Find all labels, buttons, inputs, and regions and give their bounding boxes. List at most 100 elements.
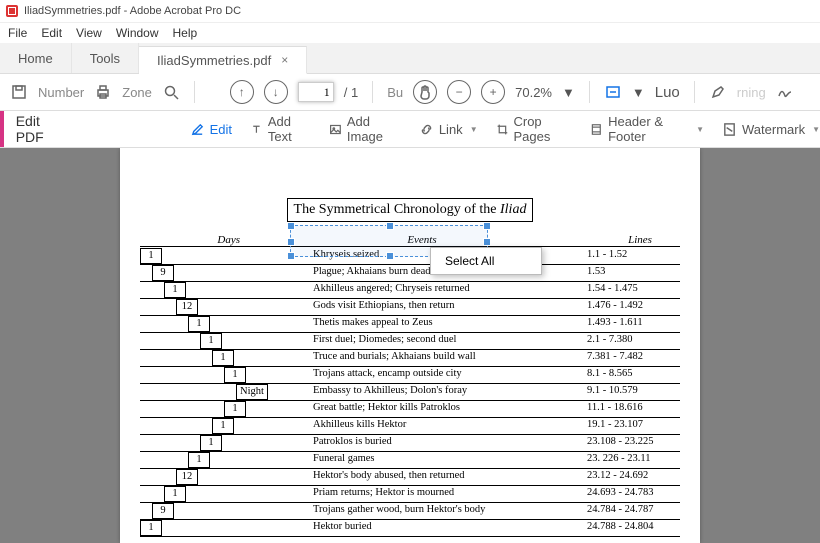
hand-tool-icon[interactable]	[413, 80, 437, 104]
day-chip: 1	[224, 367, 246, 383]
day-chip: 1	[212, 418, 234, 434]
day-chip: 1	[140, 520, 162, 536]
hdr-lines: Lines	[600, 234, 680, 246]
table-row[interactable]: 1Hektor buried24.788 - 24.804	[140, 520, 680, 537]
day-chip: 1	[200, 435, 222, 451]
day-chip: 9	[152, 503, 174, 519]
day-chip: 1	[140, 248, 162, 264]
zoom-level[interactable]: 70.2%	[515, 85, 552, 100]
table-row[interactable]: 9 Trojans gather wood, burn Hektor's body…	[140, 503, 680, 520]
fit-width-icon[interactable]	[604, 83, 622, 101]
event-cell: Patroklos is buried	[310, 435, 584, 451]
page-down-icon[interactable]: ↓	[264, 80, 288, 104]
tab-document-label: IliadSymmetries.pdf	[157, 53, 271, 68]
lines-cell: 23. 226 - 23.11	[584, 452, 680, 468]
day-chip: 1	[224, 401, 246, 417]
lines-cell: 19.1 - 23.107	[584, 418, 680, 434]
menu-edit[interactable]: Edit	[41, 26, 62, 40]
event-cell: Gods visit Ethiopians, then return	[310, 299, 584, 315]
table-row[interactable]: 1 Great battle; Hektor kills Patroklos11.…	[140, 401, 680, 418]
pdf-page[interactable]: The Symmetrical Chronology of the Iliad …	[120, 148, 700, 543]
event-cell: Akhilleus angered; Chryseis returned	[310, 282, 584, 298]
menu-file[interactable]: File	[8, 26, 27, 40]
table-row[interactable]: 1 Priam returns; Hektor is mourned24.693 …	[140, 486, 680, 503]
watermark-button[interactable]: Watermark▼	[722, 122, 820, 137]
sign-icon[interactable]	[776, 83, 794, 101]
menu-bar: File Edit View Window Help	[0, 23, 820, 43]
menu-window[interactable]: Window	[116, 26, 159, 40]
event-cell: Trojans gather wood, burn Hektor's body	[310, 503, 584, 519]
day-chip: 1	[164, 282, 186, 298]
lines-cell: 24.693 - 24.783	[584, 486, 680, 502]
document-workspace[interactable]: The Symmetrical Chronology of the Iliad …	[0, 148, 820, 543]
day-chip: 9	[152, 265, 174, 281]
lines-cell: 23.108 - 23.225	[584, 435, 680, 451]
table-row[interactable]: 1Funeral games23. 226 - 23.11	[140, 452, 680, 469]
edit-pdf-title: Edit PDF	[4, 111, 80, 147]
context-menu: Select All	[430, 247, 542, 275]
menu-view[interactable]: View	[76, 26, 102, 40]
lines-cell: 24.784 - 24.787	[584, 503, 680, 519]
table-row[interactable]: 1First duel; Diomedes; second duel2.1 - …	[140, 333, 680, 350]
table-row[interactable]: 1Trojans attack, encamp outside city8.1 …	[140, 367, 680, 384]
print-icon[interactable]	[94, 83, 112, 101]
save-icon[interactable]	[10, 83, 28, 101]
edit-button[interactable]: Edit	[190, 122, 232, 137]
table-row[interactable]: 1Khryseis seized1.1 - 1.52	[140, 248, 680, 265]
tab-tools[interactable]: Tools	[72, 43, 139, 73]
crop-pages-button[interactable]: Crop Pages	[496, 114, 573, 144]
close-icon[interactable]: ×	[281, 53, 288, 67]
event-cell: Thetis makes appeal to Zeus	[310, 316, 584, 332]
table-row[interactable]: 12 Hektor's body abused, then returned23.…	[140, 469, 680, 486]
table-row[interactable]: 1 Akhilleus angered; Chryseis returned1.5…	[140, 282, 680, 299]
event-cell: Great battle; Hektor kills Patroklos	[310, 401, 584, 417]
lines-cell: 1.476 - 1.492	[584, 299, 680, 315]
table-row[interactable]: 1 Akhilleus kills Hektor19.1 - 23.107	[140, 418, 680, 435]
lines-cell: 1.1 - 1.52	[584, 248, 680, 264]
table-body: 1Khryseis seized1.1 - 1.529Plague; Akhai…	[140, 248, 680, 537]
page-number-input[interactable]	[298, 82, 334, 102]
event-cell: Hektor's body abused, then returned	[310, 469, 584, 485]
lines-cell: 7.381 - 7.482	[584, 350, 680, 366]
table-row[interactable]: 1Thetis makes appeal to Zeus1.493 - 1.61…	[140, 316, 680, 333]
table-row[interactable]: 9Plague; Akhaians burn dead bodies1.53	[140, 265, 680, 282]
day-chip: 1	[200, 333, 222, 349]
table-row[interactable]: 1 Patroklos is buried23.108 - 23.225	[140, 435, 680, 452]
tab-document[interactable]: IliadSymmetries.pdf ×	[139, 46, 307, 74]
add-image-button[interactable]: Add Image	[329, 114, 401, 144]
table-row[interactable]: 1Truce and burials; Akhaians build wall7…	[140, 350, 680, 367]
day-chip: 12	[176, 299, 198, 315]
event-cell: Hektor buried	[310, 520, 584, 536]
search-icon[interactable]	[162, 83, 180, 101]
lines-cell: 9.1 - 10.579	[584, 384, 680, 400]
event-cell: Priam returns; Hektor is mourned	[310, 486, 584, 502]
hdr-events: Events	[244, 234, 600, 246]
menu-help[interactable]: Help	[173, 26, 198, 40]
header-footer-button[interactable]: Header & Footer▼	[590, 114, 704, 144]
event-cell: Akhilleus kills Hektor	[310, 418, 584, 434]
edit-toolbar: Edit PDF Edit Add Text Add Image Link▼ C…	[0, 111, 820, 148]
page-title[interactable]: The Symmetrical Chronology of the Iliad	[287, 198, 534, 222]
zoom-out-icon[interactable]: −	[447, 80, 471, 104]
page-total: / 1	[344, 85, 358, 100]
table-row[interactable]: NightEmbassy to Akhilleus; Dolon's foray…	[140, 384, 680, 401]
lines-cell: 1.53	[584, 265, 680, 281]
page-up-icon[interactable]: ↑	[230, 80, 254, 104]
highlight-icon[interactable]	[709, 83, 727, 101]
add-text-button[interactable]: Add Text	[250, 114, 311, 144]
tab-home[interactable]: Home	[0, 43, 72, 73]
link-button[interactable]: Link▼	[419, 122, 478, 137]
lines-cell: 1.54 - 1.475	[584, 282, 680, 298]
lines-cell: 11.1 - 18.616	[584, 401, 680, 417]
ghost-rning: rning	[737, 85, 766, 100]
table-row[interactable]: 12 Gods visit Ethiopians, then return1.47…	[140, 299, 680, 316]
day-chip: 1	[164, 486, 186, 502]
lines-cell: 23.12 - 24.692	[584, 469, 680, 485]
luo-label: Luo	[655, 84, 680, 101]
zoom-in-icon[interactable]: +	[481, 80, 505, 104]
pdf-icon	[6, 5, 18, 17]
table-headers: Days Events Lines	[140, 234, 680, 247]
day-chip: 12	[176, 469, 198, 485]
ghost-number: Number	[38, 85, 84, 100]
menu-select-all[interactable]: Select All	[431, 250, 541, 272]
